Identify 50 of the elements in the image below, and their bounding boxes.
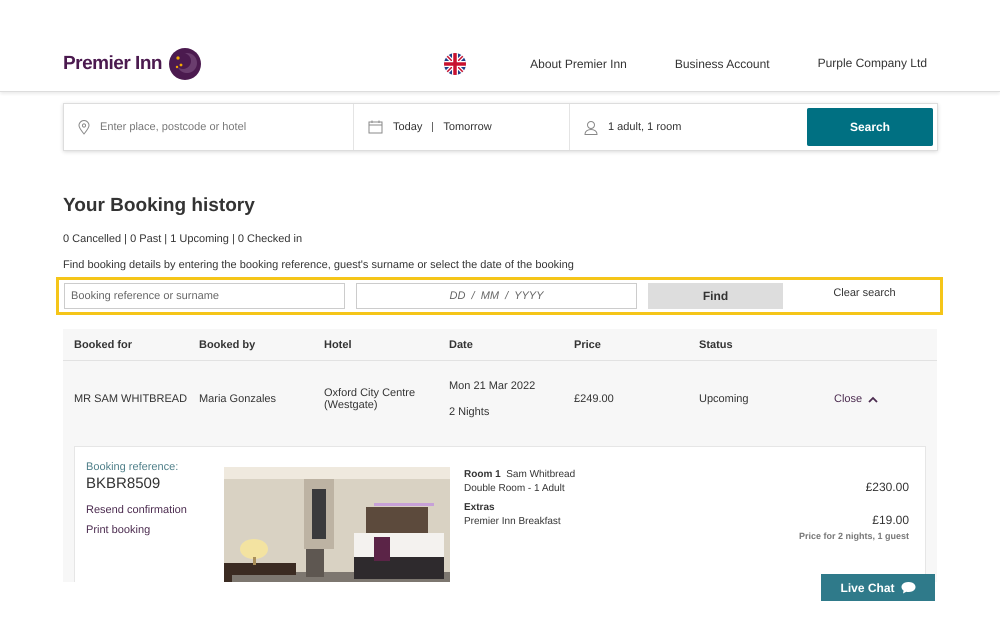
booking-reference: BKBR8509 (86, 475, 162, 492)
table-cell-text: Maria Gonzales (199, 393, 278, 405)
instructions-text: Find booking details by entering the booking reference, guest's surname or select the date of the booking (63, 259, 575, 271)
find-button[interactable]: Find (648, 283, 783, 309)
room-label: Room 1 (464, 469, 501, 480)
action-link[interactable]: Resend confirmation (86, 504, 224, 516)
search-button[interactable]: Search (807, 108, 933, 146)
price-note: Price for 2 nights, 1 guest (798, 531, 909, 541)
speech-bubble-icon (900, 581, 916, 594)
room-type: Double Room - 1 Adult (464, 483, 565, 494)
table-cell-text: 2 Nights (449, 406, 490, 418)
date-field[interactable]: DD / MM / YYYY (356, 283, 637, 309)
column-header: Booked by (199, 338, 256, 350)
flag-icon[interactable] (444, 53, 466, 75)
room-guest: Sam Whitbread (506, 469, 576, 480)
check-in-date[interactable]: Today (393, 121, 422, 133)
column-header: Hotel (324, 338, 352, 350)
room-price: £230.00 (866, 480, 909, 494)
page-title: Your Booking history (63, 195, 256, 217)
person-icon (584, 120, 598, 134)
table-cell-text: MR SAM WHITBREAD (74, 393, 188, 405)
toggle-details-button[interactable]: Close (834, 393, 878, 405)
extras-label: Extras (464, 502, 496, 513)
location-pin-icon (78, 120, 90, 134)
table-cell-text: Upcoming (699, 393, 750, 405)
clear-search-link[interactable]: Clear search (794, 287, 935, 299)
table-cell-text: Oxford City Centre (Westgate) (324, 387, 416, 411)
table-cell-text: £249.00 (574, 393, 615, 405)
guests-selector[interactable]: 1 adult, 1 room (608, 121, 682, 133)
reference-field[interactable]: Booking reference or surname (64, 283, 345, 309)
extras-price: £19.00 (872, 513, 909, 527)
logo-text[interactable]: Premier Inn (63, 53, 162, 75)
nav-link[interactable]: Purple Company Ltd (818, 56, 927, 70)
reference-label: Booking reference: (86, 461, 180, 473)
extras-item: Premier Inn Breakfast (464, 516, 561, 527)
nav-link[interactable]: Business Account (674, 57, 770, 71)
nav-link[interactable]: About Premier Inn (530, 57, 627, 71)
table-cell-text: Mon 21 Mar 2022 (449, 380, 536, 392)
column-header: Status (699, 338, 734, 350)
column-header: Booked for (74, 338, 134, 350)
check-out-date[interactable]: Tomorrow (443, 121, 492, 133)
column-header: Price (574, 338, 602, 350)
moon-logo-icon (168, 47, 202, 81)
caret-icon (868, 396, 878, 402)
booking-summary: 0 Cancelled | 0 Past | 1 Upcoming | 0 Checked in (63, 233, 304, 245)
location-field[interactable]: Enter place, postcode or hotel (100, 121, 246, 133)
column-header: Date (449, 338, 474, 350)
live-chat-button[interactable]: Live Chat (821, 574, 935, 601)
action-link[interactable]: Print booking (86, 524, 224, 536)
calendar-icon (368, 120, 383, 134)
